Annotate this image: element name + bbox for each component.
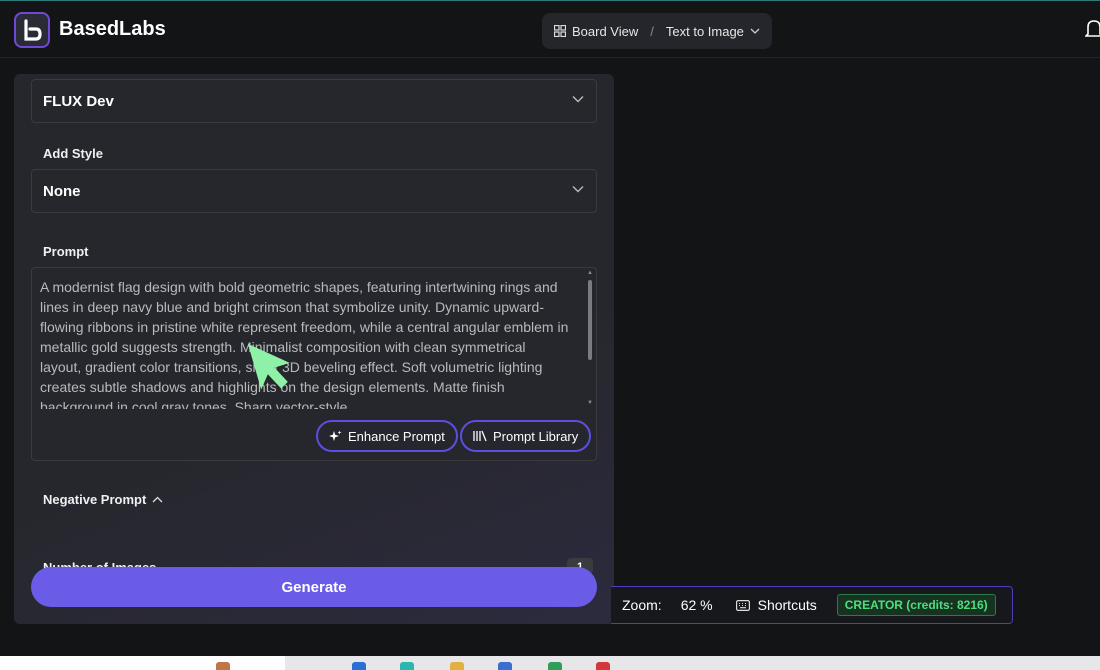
generate-button[interactable]: Generate — [31, 567, 597, 607]
zoom-value[interactable]: 62 % — [681, 597, 713, 613]
prompt-label: Prompt — [43, 244, 89, 259]
taskbar-app-icon[interactable] — [216, 662, 230, 670]
chevron-down-icon — [572, 186, 584, 193]
taskbar-search-area[interactable] — [0, 656, 285, 670]
mouse-cursor-icon — [246, 342, 306, 407]
scroll-down-arrow-icon[interactable]: ▼ — [587, 400, 593, 406]
enhance-prompt-label: Enhance Prompt — [348, 428, 445, 444]
chevron-up-icon — [152, 496, 163, 503]
grid-icon — [554, 25, 566, 37]
top-bar: BasedLabs Board View / Text to Image — [0, 0, 1100, 58]
prompt-library-label: Prompt Library — [493, 428, 579, 444]
shortcuts-label: Shortcuts — [757, 597, 817, 613]
shortcuts-button[interactable]: Shortcuts — [735, 597, 817, 613]
style-select-value: None — [43, 182, 81, 200]
canvas-status-bar: Zoom: 62 % Shortcuts CREATOR (credits: 8… — [611, 586, 1013, 624]
taskbar-app-icon[interactable] — [498, 662, 512, 670]
model-select-value: FLUX Dev — [43, 92, 114, 110]
board-view-label: Board View — [572, 23, 639, 39]
breadcrumb-separator: / — [650, 23, 654, 39]
board-view-link[interactable]: Board View — [554, 24, 638, 39]
scroll-thumb[interactable] — [588, 280, 592, 360]
chevron-down-icon — [750, 28, 760, 34]
bell-icon[interactable] — [1084, 18, 1100, 45]
prompt-scrollbar[interactable]: ▲ ▼ — [587, 270, 593, 408]
enhance-prompt-button[interactable]: Enhance Prompt — [316, 420, 458, 452]
taskbar-app-icon[interactable] — [596, 662, 610, 670]
negative-prompt-toggle[interactable]: Negative Prompt — [43, 492, 163, 507]
prompt-textarea[interactable]: A modernist flag design with bold geomet… — [31, 267, 597, 461]
taskbar-app-icon[interactable] — [352, 662, 366, 670]
prompt-library-button[interactable]: Prompt Library — [460, 420, 592, 452]
model-select[interactable]: FLUX Dev — [31, 79, 597, 123]
add-style-label: Add Style — [43, 146, 103, 161]
brand-name: BasedLabs — [59, 18, 166, 40]
zoom-label: Zoom: — [622, 597, 662, 613]
basedlabs-logo-icon[interactable] — [14, 12, 50, 48]
os-taskbar — [0, 656, 1100, 670]
taskbar-app-icon[interactable] — [450, 662, 464, 670]
sparkle-icon — [329, 430, 342, 441]
chevron-down-icon — [572, 96, 584, 103]
generation-panel: FLUX Dev Add Style None Prompt A moderni… — [14, 74, 614, 624]
scroll-up-arrow-icon[interactable]: ▲ — [587, 270, 593, 276]
text-to-image-label: Text to Image — [665, 23, 744, 39]
negative-prompt-label: Negative Prompt — [43, 492, 147, 507]
keyboard-icon — [735, 599, 750, 611]
taskbar-app-icon[interactable] — [548, 662, 562, 670]
breadcrumb: Board View / Text to Image — [542, 13, 772, 49]
style-select[interactable]: None — [31, 169, 597, 213]
text-to-image-dropdown[interactable]: Text to Image — [666, 24, 760, 39]
credits-badge[interactable]: CREATOR (credits: 8216) — [836, 594, 996, 616]
taskbar-app-icon[interactable] — [400, 662, 414, 670]
library-icon — [473, 430, 487, 442]
